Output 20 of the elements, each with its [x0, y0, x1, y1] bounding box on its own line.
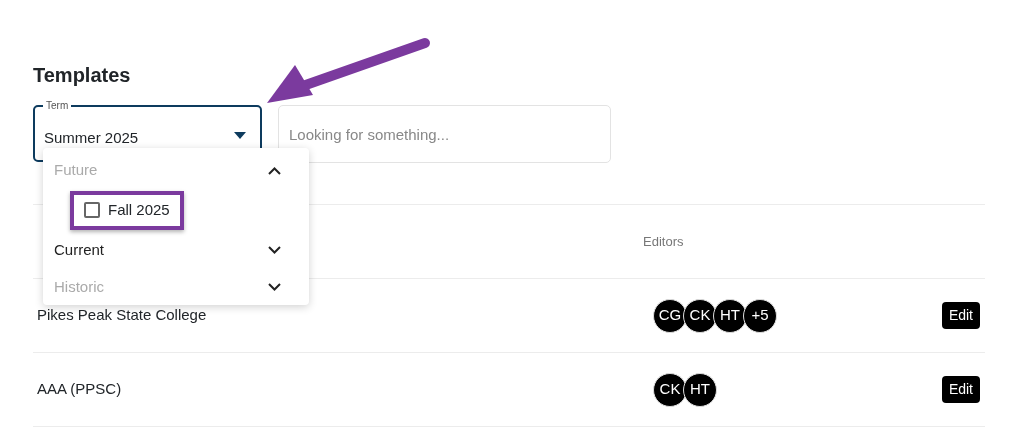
chevron-icon — [268, 166, 281, 175]
group-header[interactable]: Current — [43, 231, 309, 269]
table-cell-text: AAA (PPSC) — [36, 379, 123, 400]
editor-avatar: HT — [683, 372, 717, 407]
page-title: Templates — [33, 63, 132, 88]
chevron-icon — [268, 283, 281, 291]
editor-avatar: CK — [683, 298, 717, 333]
chevron-icon — [268, 246, 281, 254]
editor-avatar: CG — [653, 298, 687, 333]
search-field[interactable]: Looking for something... — [278, 105, 611, 163]
column-header: Editors — [643, 232, 684, 251]
table-cell-text: Pikes Peak State College — [36, 305, 208, 326]
field-value: Summer 2025 — [44, 129, 139, 146]
editor-avatar: +5 — [743, 298, 777, 333]
editor-avatar: CK — [653, 372, 687, 407]
edit-button[interactable]: Edit — [941, 376, 980, 403]
option-label: Fall 2025 — [108, 200, 170, 220]
edit-button[interactable]: Edit — [941, 302, 980, 329]
caret-icon — [234, 132, 246, 139]
editor-avatar: HT — [713, 298, 747, 333]
